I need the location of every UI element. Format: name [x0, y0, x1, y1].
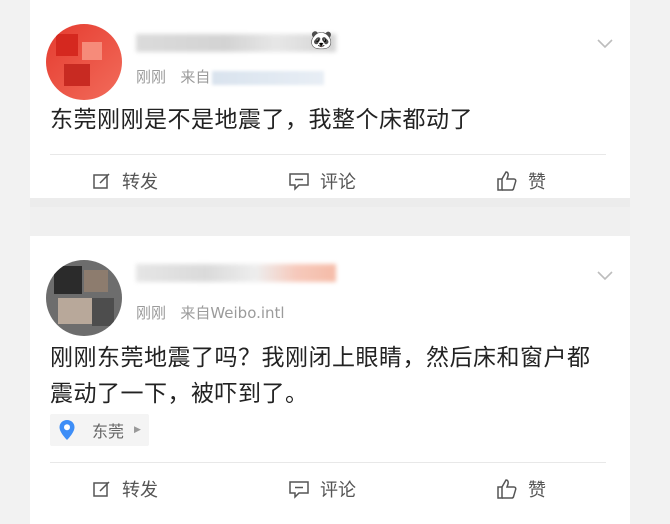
chevron-down-icon[interactable]	[596, 34, 614, 52]
repost-button[interactable]: 转发	[92, 463, 158, 515]
comment-bubble-icon	[289, 481, 309, 499]
edit-square-icon	[93, 481, 110, 497]
avatar[interactable]	[46, 24, 122, 100]
comment-label: 评论	[320, 172, 356, 193]
repost-label: 转发	[122, 172, 158, 193]
post-text: 东莞刚刚是不是地震了，我整个床都动了	[50, 107, 473, 133]
post-card: 🐼 刚刚 来自 东莞刚刚是不是地震了，我整个床都动了 转发 评论 赞	[30, 0, 630, 207]
post-time: 刚刚	[136, 304, 167, 322]
location-pin-icon	[59, 420, 75, 440]
username-blurred[interactable]	[136, 264, 336, 282]
feed-gap	[30, 207, 630, 236]
chevron-down-icon[interactable]	[596, 266, 614, 284]
username-blurred[interactable]	[136, 34, 336, 52]
location-label: 东莞	[92, 422, 125, 441]
repost-label: 转发	[122, 480, 158, 501]
post-source: 来自	[180, 68, 211, 86]
post-meta: 刚刚 来自	[136, 66, 325, 87]
comment-button[interactable]: 评论	[288, 463, 356, 515]
avatar[interactable]	[46, 260, 122, 336]
edit-square-icon	[93, 173, 110, 189]
post-meta: 刚刚 来自Weibo.intl	[136, 302, 285, 323]
post-time: 刚刚	[136, 68, 167, 86]
comment-bubble-icon	[289, 173, 309, 191]
post-actions: 转发 评论 赞	[30, 463, 630, 515]
post-card: 刚刚 来自Weibo.intl 刚刚东莞地震了吗？我刚闭上眼睛，然后床和窗户都震…	[30, 236, 630, 524]
source-blurred	[212, 70, 325, 85]
like-button[interactable]: 赞	[496, 463, 546, 515]
location-tag[interactable]: 东莞 ▶	[50, 414, 149, 446]
panda-emoji-icon: 🐼	[310, 30, 333, 51]
like-label: 赞	[528, 172, 546, 193]
comment-label: 评论	[320, 480, 356, 501]
feed: 🐼 刚刚 来自 东莞刚刚是不是地震了，我整个床都动了 转发 评论 赞 刚刚 来自…	[0, 0, 670, 524]
like-label: 赞	[528, 480, 546, 501]
post-text: 刚刚东莞地震了吗？我刚闭上眼睛，然后床和窗户都震动了一下，被吓到了。	[50, 345, 591, 407]
thumbs-up-icon	[497, 479, 517, 499]
caret-right-icon: ▶	[134, 425, 141, 435]
card-separator	[30, 198, 630, 207]
post-source: 来自Weibo.intl	[180, 304, 285, 322]
thumbs-up-icon	[497, 171, 517, 191]
